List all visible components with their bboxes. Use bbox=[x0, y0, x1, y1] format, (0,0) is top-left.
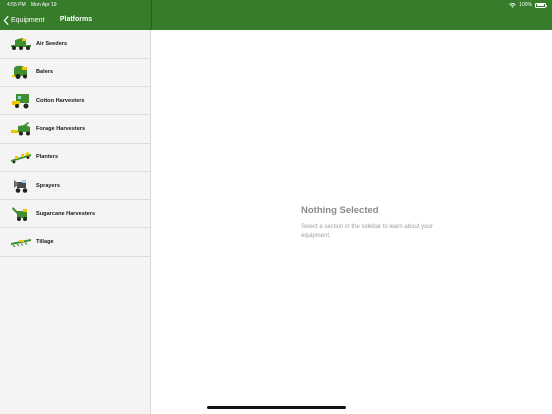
home-indicator[interactable] bbox=[207, 406, 346, 409]
detail-pane: Nothing Selected Select a section in the… bbox=[152, 30, 552, 414]
sidebar-item-label: Forage Harvesters bbox=[36, 126, 86, 133]
sidebar-item-planters[interactable]: Planters bbox=[0, 143, 150, 172]
empty-state-message: Select a section in the sidebar to learn… bbox=[301, 224, 433, 239]
sidebar-item-label: Cotton Harvesters bbox=[36, 97, 85, 104]
sidebar-item-forage-harvesters[interactable]: Forage Harvesters bbox=[0, 115, 150, 144]
status-indicators: 100% bbox=[509, 2, 547, 8]
cotton-harvester-icon bbox=[12, 93, 29, 109]
sidebar-item-label: Air Seeders bbox=[36, 41, 68, 48]
sidebar-item-cotton-harvesters[interactable]: Cotton Harvesters bbox=[0, 87, 150, 116]
sidebar: Air Seeders Balers Cotton Harvesters For… bbox=[0, 30, 151, 414]
planter-icon bbox=[11, 152, 31, 164]
sidebar-item-balers[interactable]: Balers bbox=[0, 58, 150, 87]
back-button[interactable]: Equipment bbox=[3, 13, 44, 27]
navigation-bar: 4:55 PM Mon Apr 19 100% Equipment Platfo… bbox=[0, 0, 552, 30]
wifi-icon bbox=[509, 2, 517, 8]
empty-state-title: Nothing Selected bbox=[301, 205, 379, 216]
sidebar-item-label: Sugarcane Harvesters bbox=[36, 210, 96, 217]
forage-harvester-icon bbox=[11, 122, 30, 136]
sidebar-item-label: Planters bbox=[36, 154, 59, 161]
battery-percentage: 100% bbox=[519, 2, 532, 8]
chevron-left-icon bbox=[3, 15, 9, 25]
sprayer-icon bbox=[14, 179, 28, 193]
status-date: Mon Apr 19 bbox=[31, 2, 57, 8]
battery-icon bbox=[535, 2, 547, 8]
baler-icon bbox=[12, 66, 27, 80]
sidebar-item-sugarcane-harvesters[interactable]: Sugarcane Harvesters bbox=[0, 200, 150, 229]
back-button-label: Equipment bbox=[11, 16, 45, 24]
sidebar-item-sprayers[interactable]: Sprayers bbox=[0, 171, 150, 201]
sidebar-item-label: Tillage bbox=[36, 239, 54, 246]
sidebar-item-label: Sprayers bbox=[36, 182, 60, 189]
app-screen: 4:55 PM Mon Apr 19 100% Equipment Platfo… bbox=[0, 0, 552, 414]
sugarcane-harvester-icon bbox=[12, 206, 27, 221]
sidebar-item-label: Balers bbox=[36, 69, 54, 76]
air-seeder-icon bbox=[11, 38, 31, 51]
status-time: 4:55 PM bbox=[7, 2, 26, 8]
sidebar-item-tillage[interactable]: Tillage bbox=[0, 228, 150, 257]
sidebar-item-air-seeders[interactable]: Air Seeders bbox=[0, 30, 150, 59]
status-bar: 4:55 PM Mon Apr 19 100% bbox=[0, 0, 552, 10]
split-divider bbox=[151, 0, 152, 30]
tillage-icon bbox=[11, 239, 31, 248]
